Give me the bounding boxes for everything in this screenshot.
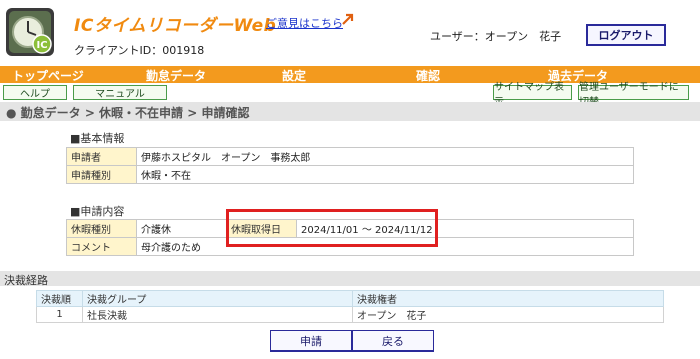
nav-top-page[interactable]: トップページ xyxy=(12,67,84,84)
admin-mode-button[interactable]: 管理ユーザーモードに切替 xyxy=(578,82,689,108)
highlight-box xyxy=(226,209,438,247)
applicant-value: 伊藤ホスピタル オープン 事務太郎 xyxy=(136,147,634,166)
logout-button[interactable]: ログアウト xyxy=(586,24,666,46)
svg-text:IC: IC xyxy=(36,40,47,51)
nav-attendance-data[interactable]: 勤怠データ xyxy=(146,67,206,84)
route-table: 決裁順 決裁グループ 決裁権者 1 社長決裁 オープン 花子 xyxy=(36,290,664,323)
app-title: ICタイムリコーダーWeb xyxy=(74,16,277,36)
sitemap-button[interactable]: サイトマップ表示 xyxy=(493,82,572,108)
leave-type-label: 休暇種別 xyxy=(66,219,137,238)
route-title: 決裁経路 xyxy=(4,274,48,287)
breadcrumb-bar: ● 勤怠データ > 休暇・不在申請 > 申請確認 xyxy=(0,102,700,121)
breadcrumb: ● 勤怠データ > 休暇・不在申請 > 申請確認 xyxy=(6,106,250,120)
table-row: 申請種別 休暇・不在 xyxy=(66,165,634,184)
order-header: 決裁順 xyxy=(36,290,83,307)
application-type-value: 休暇・不在 xyxy=(136,165,634,184)
apply-button[interactable]: 申請 xyxy=(270,330,352,352)
user-name: ユーザー：オープン 花子 xyxy=(430,30,562,43)
group-header: 決裁グループ xyxy=(82,290,353,307)
sub-nav: ヘルプ マニュアル サイトマップ表示 管理ユーザーモードに切替 xyxy=(0,82,700,108)
clock-logo-icon: IC xyxy=(6,8,54,56)
approver-cell: オープン 花子 xyxy=(352,306,664,323)
arrow-icon xyxy=(342,13,354,25)
application-type-label: 申請種別 xyxy=(66,165,137,184)
help-button[interactable]: ヘルプ xyxy=(3,85,67,100)
header: IC ICタイムリコーダーWeb ご意見はこちら クライアントID：001918… xyxy=(0,0,700,66)
route-bar: 決裁経路 xyxy=(0,271,700,287)
basic-info-title: ■基本情報 xyxy=(70,132,125,145)
table-row: 申請者 伊藤ホスピタル オープン 事務太郎 xyxy=(66,147,634,166)
nav-settings[interactable]: 設定 xyxy=(282,67,306,84)
leave-type-value: 介護休 xyxy=(136,219,227,238)
feedback-link[interactable]: ご意見はこちら xyxy=(266,15,343,31)
approver-header: 決裁権者 xyxy=(352,290,664,307)
back-button[interactable]: 戻る xyxy=(352,330,434,352)
client-id: クライアントID：001918 xyxy=(74,44,205,57)
group-cell: 社長決裁 xyxy=(82,306,353,323)
nav-confirm[interactable]: 確認 xyxy=(416,67,440,84)
comment-label: コメント xyxy=(66,237,137,256)
manual-button[interactable]: マニュアル xyxy=(73,85,167,100)
table-header-row: 決裁順 決裁グループ 決裁権者 xyxy=(36,290,664,307)
basic-info-table: 申請者 伊藤ホスピタル オープン 事務太郎 申請種別 休暇・不在 xyxy=(66,147,634,184)
order-cell: 1 xyxy=(36,306,83,323)
applicant-label: 申請者 xyxy=(66,147,137,166)
table-row: 1 社長決裁 オープン 花子 xyxy=(36,306,664,323)
application-title: ■申請内容 xyxy=(70,205,125,218)
